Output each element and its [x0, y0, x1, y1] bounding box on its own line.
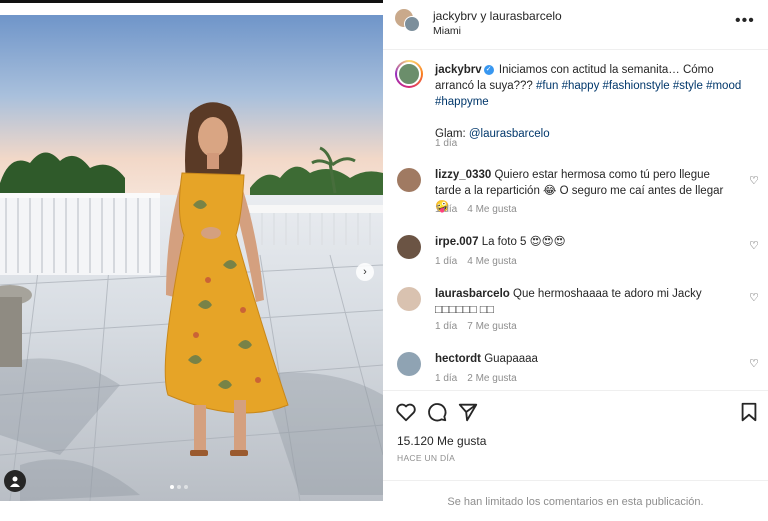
like-comment-heart-icon[interactable]: ♡: [749, 239, 759, 252]
comment-meta: 1 día 7 Me gusta: [435, 321, 517, 332]
comment-username[interactable]: laurasbarcelo: [435, 288, 510, 300]
comment-username[interactable]: lizzy_0330: [435, 169, 491, 181]
comment-likes[interactable]: 2 Me gusta: [467, 373, 516, 384]
post-actions: 15.120 Me gusta HACE UN DÍA: [383, 390, 768, 480]
next-photo-button[interactable]: ›: [356, 263, 374, 281]
comment-time: 1 día: [435, 204, 458, 215]
comment-avatar[interactable]: [397, 235, 421, 259]
comment-text: Guapaaaa: [484, 353, 538, 365]
like-comment-heart-icon[interactable]: ♡: [749, 174, 759, 187]
comment-meta: 1 día 4 Me gusta: [435, 204, 517, 215]
glam-mention[interactable]: @laurasbarcelo: [469, 128, 550, 140]
carousel-dot: [170, 485, 174, 489]
comment-likes[interactable]: 7 Me gusta: [467, 321, 516, 332]
like-comment-heart-icon[interactable]: ♡: [749, 357, 759, 370]
comment-likes[interactable]: 4 Me gusta: [467, 256, 516, 267]
avatar-laurasbarcelo[interactable]: [404, 16, 420, 32]
comment-likes[interactable]: 4 Me gusta: [467, 204, 516, 215]
caption: jackybrv ✓ Iniciamos con actitud la seman…: [435, 62, 755, 142]
post-location[interactable]: Miami: [433, 25, 461, 37]
carousel-dot: [177, 485, 181, 489]
like-comment-heart-icon[interactable]: ♡: [749, 291, 759, 304]
stone-planter: [0, 285, 32, 367]
bookmark-icon[interactable]: [738, 401, 760, 423]
comment-username[interactable]: irpe.007: [435, 236, 478, 248]
post-header: jackybrv y laurasbarcelo Miami •••: [383, 0, 768, 50]
comments-section: jackybrv ✓ Iniciamos con actitud la seman…: [383, 50, 768, 390]
comment-meta: 1 día 2 Me gusta: [435, 373, 517, 384]
post-photo[interactable]: ›: [0, 15, 383, 501]
comment-time: 1 día: [435, 373, 458, 384]
woman-yellow-dress: [164, 102, 289, 456]
comments-limited-text: Se han limitado los comentarios en esta …: [447, 496, 704, 508]
share-icon[interactable]: [457, 401, 479, 423]
verified-badge-icon: ✓: [483, 64, 494, 75]
comments-limited-footer: Se han limitado los comentarios en esta …: [383, 480, 768, 521]
comment-icon[interactable]: [426, 401, 448, 423]
post-authors[interactable]: jackybrv y laurasbarcelo: [433, 9, 562, 23]
comment: laurasbarcelo Que hermoshaaaa te adoro m…: [435, 286, 735, 318]
comment: irpe.007 La foto 5 😍😍😍: [435, 234, 735, 250]
posted-ago: HACE UN DÍA: [397, 453, 456, 463]
carousel-dot: [184, 485, 188, 489]
user-icon: [10, 476, 20, 487]
comment-username[interactable]: hectordt: [435, 353, 481, 365]
likes-count[interactable]: 15.120 Me gusta: [397, 434, 486, 448]
caption-time: 1 día: [435, 138, 458, 149]
instagram-post-view: › jackybrv y laurasbarcelo Miami ••• jac…: [0, 0, 768, 521]
post-side-panel: jackybrv y laurasbarcelo Miami ••• jacky…: [383, 0, 768, 521]
caption-username[interactable]: jackybrv: [435, 64, 482, 76]
comment-time: 1 día: [435, 321, 458, 332]
more-horizontal-icon[interactable]: •••: [735, 12, 755, 30]
comment-text: La foto 5 😍😍😍: [481, 236, 566, 248]
caption-avatar[interactable]: [395, 60, 423, 88]
comment-avatar[interactable]: [397, 287, 421, 311]
comment-meta: 1 día 4 Me gusta: [435, 256, 517, 267]
tagged-users-button[interactable]: [4, 470, 26, 492]
heart-icon[interactable]: [395, 401, 417, 423]
comment-time: 1 día: [435, 256, 458, 267]
comment-avatar[interactable]: [397, 168, 421, 192]
comment-avatar[interactable]: [397, 352, 421, 376]
carousel-dots: [170, 485, 188, 489]
comment: hectordt Guapaaaa: [435, 351, 735, 367]
